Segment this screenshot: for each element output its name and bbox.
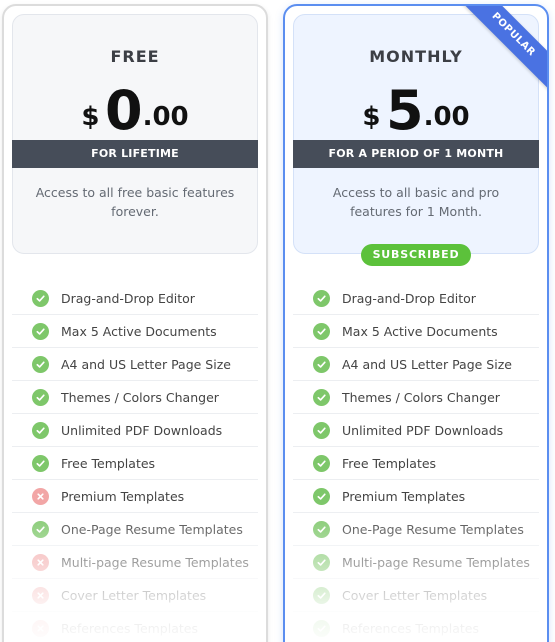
- feature-item: References Templates: [12, 612, 258, 642]
- subscribed-badge: SUBSCRIBED: [361, 244, 471, 266]
- feature-label: A4 and US Letter Page Size: [342, 356, 512, 372]
- cross-circle-icon: [32, 487, 49, 505]
- feature-item: Drag-and-Drop Editor: [12, 282, 258, 315]
- feature-item: Premium Templates: [12, 480, 258, 513]
- plan-description: Access to all free basic features foreve…: [35, 185, 235, 219]
- feature-item: Premium Templates: [293, 480, 539, 513]
- plan-period: FOR LIFETIME: [12, 140, 258, 168]
- check-circle-icon: [313, 454, 330, 472]
- feature-item: One-Page Resume Templates: [12, 513, 258, 546]
- feature-list: Drag-and-Drop Editor Max 5 Active Documen…: [12, 282, 258, 642]
- plan-period: FOR A PERIOD OF 1 MONTH: [293, 140, 539, 168]
- feature-label: Premium Templates: [61, 488, 185, 504]
- feature-item: Free Templates: [12, 447, 258, 480]
- feature-item: Unlimited PDF Downloads: [12, 414, 258, 447]
- feature-label: References Templates: [342, 620, 479, 636]
- feature-label: A4 and US Letter Page Size: [61, 356, 231, 372]
- price-currency: $: [81, 102, 100, 132]
- feature-item: Themes / Colors Changer: [12, 381, 258, 414]
- check-circle-icon: [313, 388, 330, 406]
- check-circle-icon: [32, 454, 49, 472]
- check-circle-icon: [32, 520, 49, 538]
- feature-label: Max 5 Active Documents: [61, 323, 217, 339]
- plan-price: $ 0.00: [13, 81, 257, 141]
- plan-name: FREE: [110, 47, 160, 66]
- price-cents: .00: [142, 102, 189, 132]
- check-circle-icon: [32, 322, 49, 340]
- feature-item: Cover Letter Templates: [293, 579, 539, 612]
- check-circle-icon: [313, 619, 330, 637]
- feature-item: A4 and US Letter Page Size: [12, 348, 258, 381]
- price-whole: 0: [105, 79, 143, 142]
- check-circle-icon: [32, 355, 49, 373]
- feature-label: Drag-and-Drop Editor: [61, 290, 195, 306]
- cross-circle-icon: [32, 553, 49, 571]
- pricing-card-free[interactable]: FREE $ 0.00 FOR LIFETIME Access to all f…: [2, 4, 268, 642]
- feature-item: Cover Letter Templates: [12, 579, 258, 612]
- feature-label: Free Templates: [342, 455, 437, 471]
- popular-ribbon: POPULAR: [459, 6, 547, 94]
- feature-item: Themes / Colors Changer: [293, 381, 539, 414]
- check-circle-icon: [32, 289, 49, 307]
- price-whole: 5: [386, 79, 424, 142]
- plan-description: Access to all basic and pro features for…: [332, 185, 500, 219]
- check-circle-icon: [313, 487, 330, 505]
- feature-label: Drag-and-Drop Editor: [342, 290, 476, 306]
- price-cents: .00: [423, 102, 470, 132]
- feature-label: Free Templates: [61, 455, 156, 471]
- check-circle-icon: [313, 421, 330, 439]
- feature-item: Free Templates: [293, 447, 539, 480]
- pricing-card-monthly[interactable]: MONTHLY $ 5.00 FOR A PERIOD OF 1 MONTH A…: [283, 4, 549, 642]
- check-circle-icon: [313, 553, 330, 571]
- check-circle-icon: [32, 388, 49, 406]
- check-circle-icon: [313, 289, 330, 307]
- feature-label: Premium Templates: [342, 488, 466, 504]
- feature-item: Multi-page Resume Templates: [12, 546, 258, 579]
- plan-header: FREE $ 0.00 FOR LIFETIME Access to all f…: [12, 14, 258, 254]
- feature-label: Themes / Colors Changer: [342, 389, 500, 405]
- check-circle-icon: [313, 520, 330, 538]
- feature-item: Multi-page Resume Templates: [293, 546, 539, 579]
- check-circle-icon: [313, 322, 330, 340]
- feature-label: Unlimited PDF Downloads: [342, 422, 504, 438]
- feature-item: One-Page Resume Templates: [293, 513, 539, 546]
- check-circle-icon: [313, 355, 330, 373]
- feature-label: Themes / Colors Changer: [61, 389, 219, 405]
- feature-label: Max 5 Active Documents: [342, 323, 498, 339]
- feature-label: Multi-page Resume Templates: [61, 554, 249, 570]
- price-currency: $: [362, 102, 381, 132]
- popular-ribbon-label: POPULAR: [459, 6, 547, 90]
- feature-item: Unlimited PDF Downloads: [293, 414, 539, 447]
- feature-item: A4 and US Letter Page Size: [293, 348, 539, 381]
- feature-label: One-Page Resume Templates: [342, 521, 524, 537]
- check-circle-icon: [313, 586, 330, 604]
- feature-item: Drag-and-Drop Editor: [293, 282, 539, 315]
- feature-label: One-Page Resume Templates: [61, 521, 243, 537]
- feature-item: Max 5 Active Documents: [12, 315, 258, 348]
- feature-list: Drag-and-Drop Editor Max 5 Active Documen…: [293, 282, 539, 642]
- feature-label: Cover Letter Templates: [61, 587, 207, 603]
- cross-circle-icon: [32, 619, 49, 637]
- feature-label: References Templates: [61, 620, 198, 636]
- feature-label: Multi-page Resume Templates: [342, 554, 530, 570]
- check-circle-icon: [32, 421, 49, 439]
- feature-label: Unlimited PDF Downloads: [61, 422, 223, 438]
- feature-label: Cover Letter Templates: [342, 587, 488, 603]
- feature-item: References Templates: [293, 612, 539, 642]
- cross-circle-icon: [32, 586, 49, 604]
- feature-item: Max 5 Active Documents: [293, 315, 539, 348]
